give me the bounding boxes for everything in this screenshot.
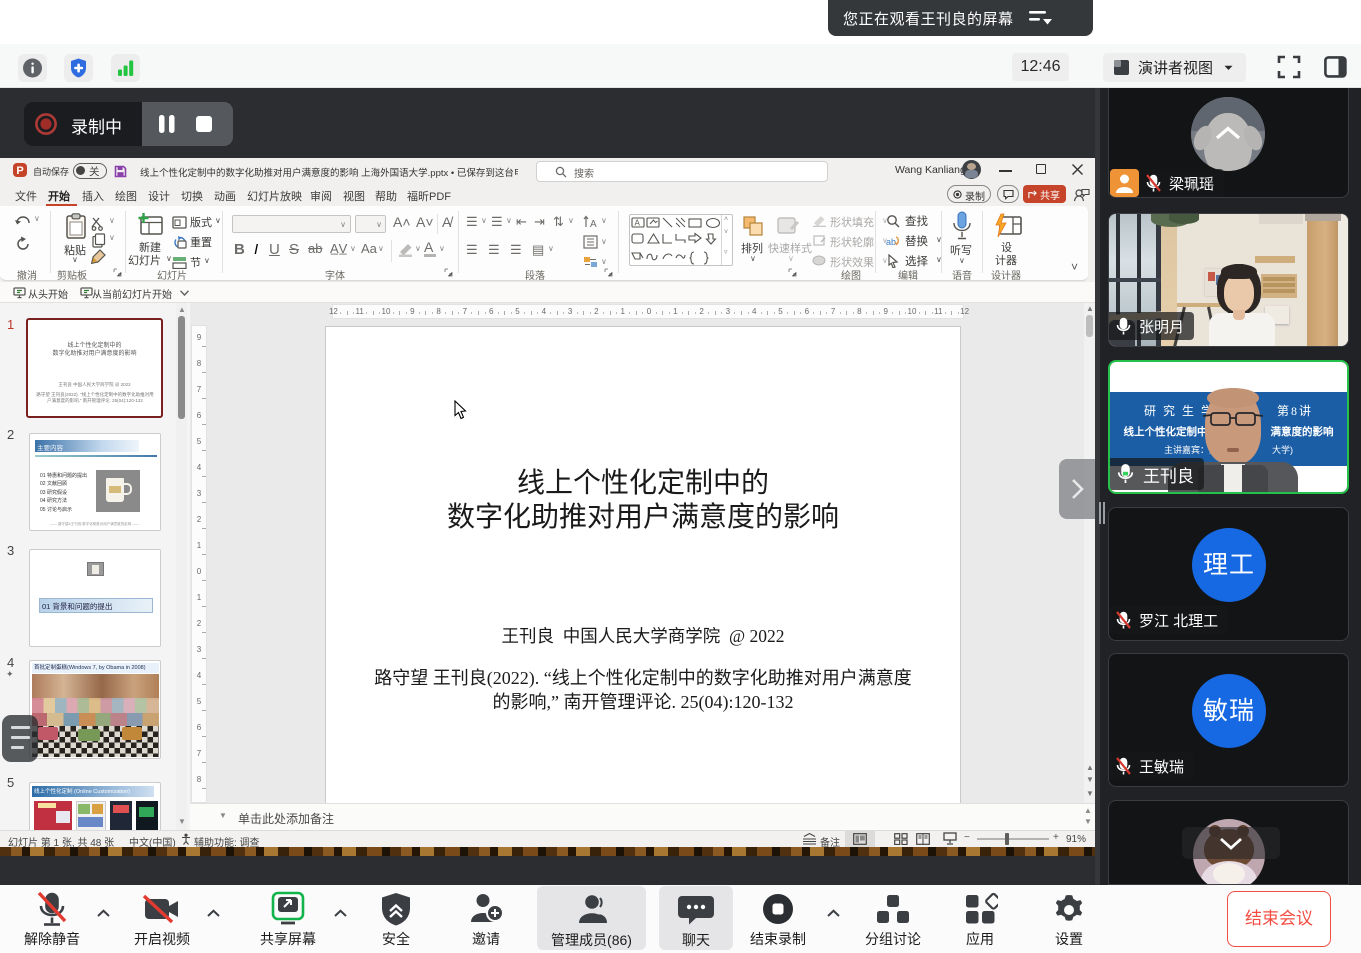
- svg-text:A: A: [635, 219, 641, 228]
- svg-text:ab: ab: [886, 237, 896, 247]
- svg-text:A: A: [590, 219, 597, 229]
